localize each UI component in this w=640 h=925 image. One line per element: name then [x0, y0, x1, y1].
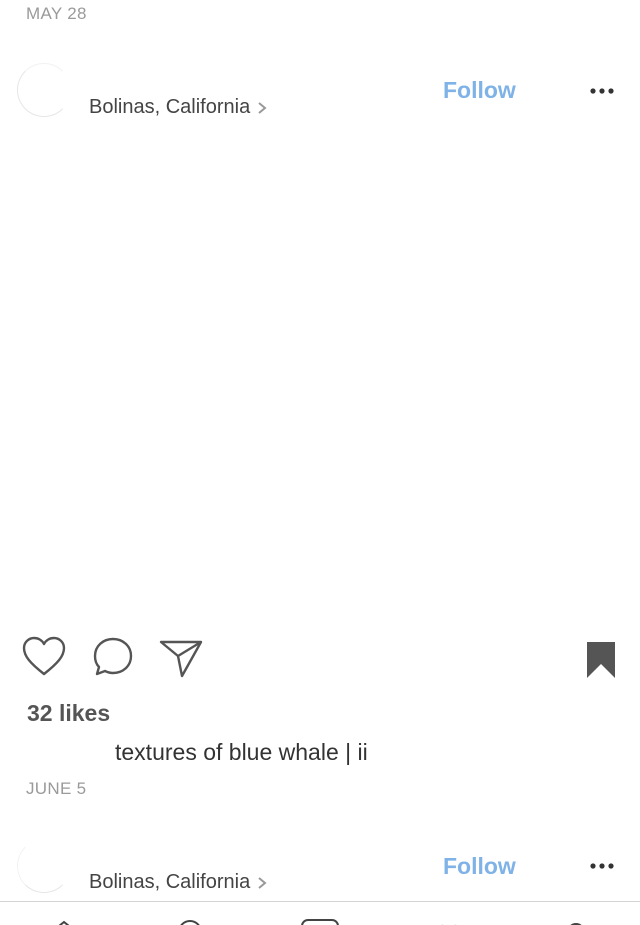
- ellipsis-icon[interactable]: [588, 86, 616, 96]
- likes-count[interactable]: 32 likes: [27, 700, 110, 727]
- profile-icon[interactable]: [562, 918, 590, 925]
- post-date: MAY 28: [26, 4, 87, 23]
- comment-icon[interactable]: [92, 636, 134, 678]
- bookmark-icon[interactable]: [585, 640, 617, 680]
- post-header: Bolinas, California Follow: [0, 60, 640, 130]
- post-date: JUNE 5: [26, 779, 87, 798]
- search-icon[interactable]: [175, 918, 205, 925]
- post-header: Bolinas, California Follow: [0, 836, 640, 906]
- location-label: Bolinas, California: [89, 96, 251, 118]
- follow-button[interactable]: Follow: [443, 77, 516, 104]
- send-icon[interactable]: [158, 636, 204, 680]
- activity-icon[interactable]: [432, 918, 466, 925]
- chevron-right-icon: [258, 876, 267, 889]
- post-actions: [0, 636, 640, 682]
- avatar[interactable]: [17, 839, 71, 893]
- avatar[interactable]: [17, 63, 71, 117]
- follow-button[interactable]: Follow: [443, 853, 516, 880]
- home-icon[interactable]: [52, 918, 76, 925]
- post-image[interactable]: [0, 140, 640, 630]
- bottom-tab-bar: [0, 901, 640, 925]
- chevron-right-icon: [258, 101, 267, 114]
- location-link[interactable]: Bolinas, California: [89, 96, 268, 119]
- location-link[interactable]: Bolinas, California: [89, 871, 268, 894]
- camera-icon[interactable]: [300, 918, 340, 925]
- location-label: Bolinas, California: [89, 871, 251, 893]
- heart-icon[interactable]: [22, 636, 66, 678]
- post-caption: textures of blue whale | ii: [115, 739, 368, 765]
- ellipsis-icon[interactable]: [588, 861, 616, 871]
